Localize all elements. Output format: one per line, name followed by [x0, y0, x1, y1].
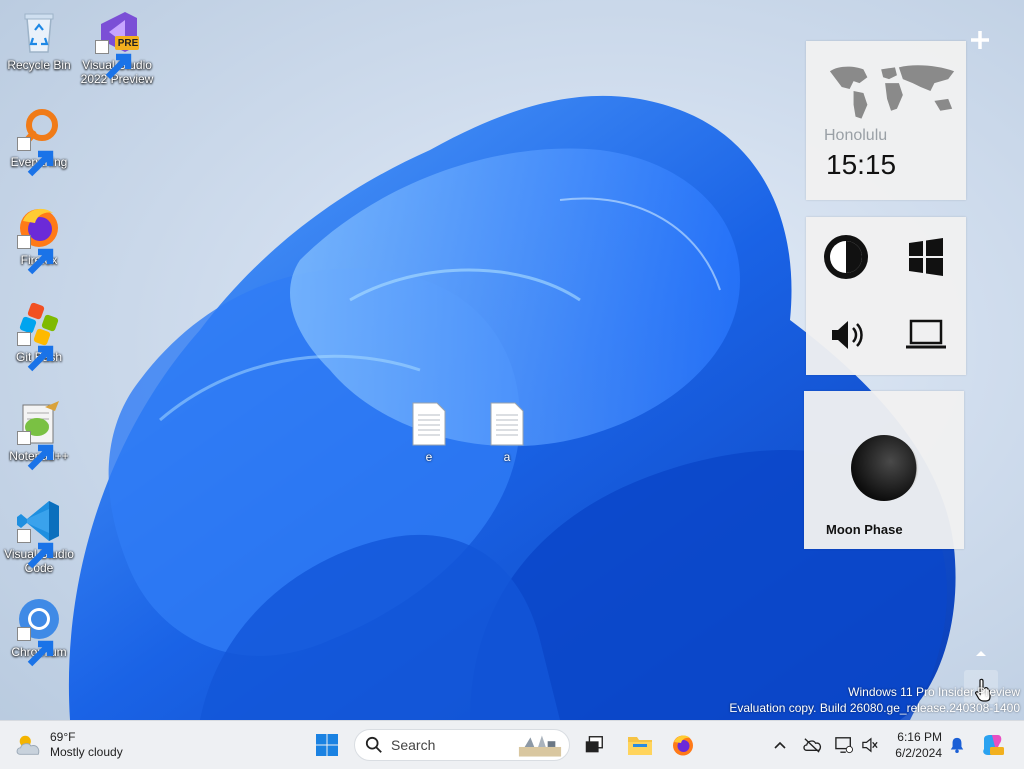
chevron-up-icon: [774, 741, 786, 749]
search-placeholder: Search: [391, 737, 436, 753]
firefox-icon: [673, 735, 693, 756]
task-view-icon: [585, 736, 603, 753]
taskbar: 69°F Mostly cloudy Search 6:16 PM 6/2/20…: [0, 720, 1024, 769]
shortcut-arrow-icon: [95, 40, 132, 80]
folder-icon: [628, 737, 652, 755]
taskbar-time: 6:16 PM: [897, 730, 942, 744]
moon-icon: [851, 435, 919, 501]
laptop-icon[interactable]: [904, 315, 948, 355]
notifications-button[interactable]: [945, 733, 969, 757]
desktop-file-a[interactable]: a: [482, 402, 532, 464]
weather-widget[interactable]: 69°F Mostly cloudy: [14, 729, 123, 761]
add-gadget-plus-icon[interactable]: [968, 28, 992, 52]
file-explorer-button[interactable]: [624, 729, 656, 761]
shortcut-arrow-icon: [17, 431, 54, 471]
desktop-icon-notepadpp[interactable]: Notepad++: [1, 399, 77, 471]
desktop-icon-firefox[interactable]: Firefox: [1, 203, 77, 275]
task-view-button[interactable]: [578, 729, 610, 761]
desktop-icon-vscode[interactable]: Visual Studio Code: [1, 497, 77, 575]
speaker-icon[interactable]: [828, 315, 868, 355]
search-icon: [365, 736, 382, 753]
taskbar-search[interactable]: Search: [354, 729, 570, 761]
copilot-button[interactable]: [980, 733, 1004, 757]
windows-logo-icon[interactable]: [906, 237, 946, 277]
shortcut-arrow-icon: [17, 137, 54, 177]
contrast-icon[interactable]: [822, 233, 870, 281]
watermark-line1: Windows 11 Pro Insider Preview: [848, 685, 1020, 699]
weather-condition: Mostly cloudy: [50, 745, 123, 759]
text-file-icon: [490, 402, 524, 446]
cloudy-weather-icon: [16, 735, 40, 755]
desktop-icon-label: Recycle Bin: [7, 58, 71, 72]
desktop-file-e[interactable]: e: [404, 402, 454, 464]
watermark-line2: Evaluation copy. Build 26080.ge_release.…: [729, 701, 1020, 715]
world-clock-gadget[interactable]: Honolulu 15:15: [806, 41, 966, 200]
bell-icon: [950, 737, 964, 753]
desktop-icon-recycle-bin[interactable]: Recycle Bin: [1, 8, 77, 72]
tray-volume-muted[interactable]: [858, 733, 882, 757]
copilot-preview-icon: [983, 735, 1004, 755]
shortcut-arrow-icon: [17, 332, 54, 372]
shortcut-arrow-icon: [17, 235, 54, 275]
desktop-icon-chromium[interactable]: Chromium: [1, 595, 77, 667]
text-file-icon: [412, 402, 446, 446]
taskbar-date: 6/2/2024: [895, 746, 942, 760]
firefox-taskbar-button[interactable]: [667, 729, 699, 761]
moon-phase-label: Moon Phase: [826, 522, 903, 537]
desktop-icon-everything[interactable]: Everything: [1, 105, 77, 177]
file-label: e: [425, 450, 433, 464]
recycle-bin-icon: [24, 13, 54, 53]
desktop-icon-visual-studio-preview[interactable]: PRE Visual Studio 2022 Preview: [79, 8, 155, 86]
start-button[interactable]: [311, 729, 343, 761]
shortcut-arrow-icon: [17, 627, 54, 667]
controls-gadget: [806, 217, 966, 375]
desktop-icon-git-bash[interactable]: Git Bash: [1, 300, 77, 372]
taskbar-clock[interactable]: 6:16 PM 6/2/2024: [884, 729, 942, 761]
tray-overflow-button[interactable]: [768, 733, 792, 757]
network-icon: [835, 737, 853, 754]
cloud-offline-icon: [803, 738, 821, 753]
tray-cloud-offline[interactable]: [800, 733, 824, 757]
windows-start-icon: [316, 734, 338, 756]
tray-network[interactable]: [832, 733, 856, 757]
clock-city: Honolulu: [824, 127, 888, 144]
weather-temp: 69°F: [50, 730, 76, 744]
moon-phase-gadget[interactable]: Moon Phase: [804, 391, 964, 549]
show-more-up-icon[interactable]: [974, 648, 988, 658]
clock-time: 15:15: [826, 149, 897, 180]
volume-muted-icon: [862, 737, 878, 753]
file-label: a: [503, 450, 511, 464]
windows-watermark: Windows 11 Pro Insider Preview Evaluatio…: [729, 684, 1020, 716]
shortcut-arrow-icon: [17, 529, 54, 569]
world-map-icon: [829, 65, 955, 119]
search-highlight-icon: [518, 735, 562, 757]
